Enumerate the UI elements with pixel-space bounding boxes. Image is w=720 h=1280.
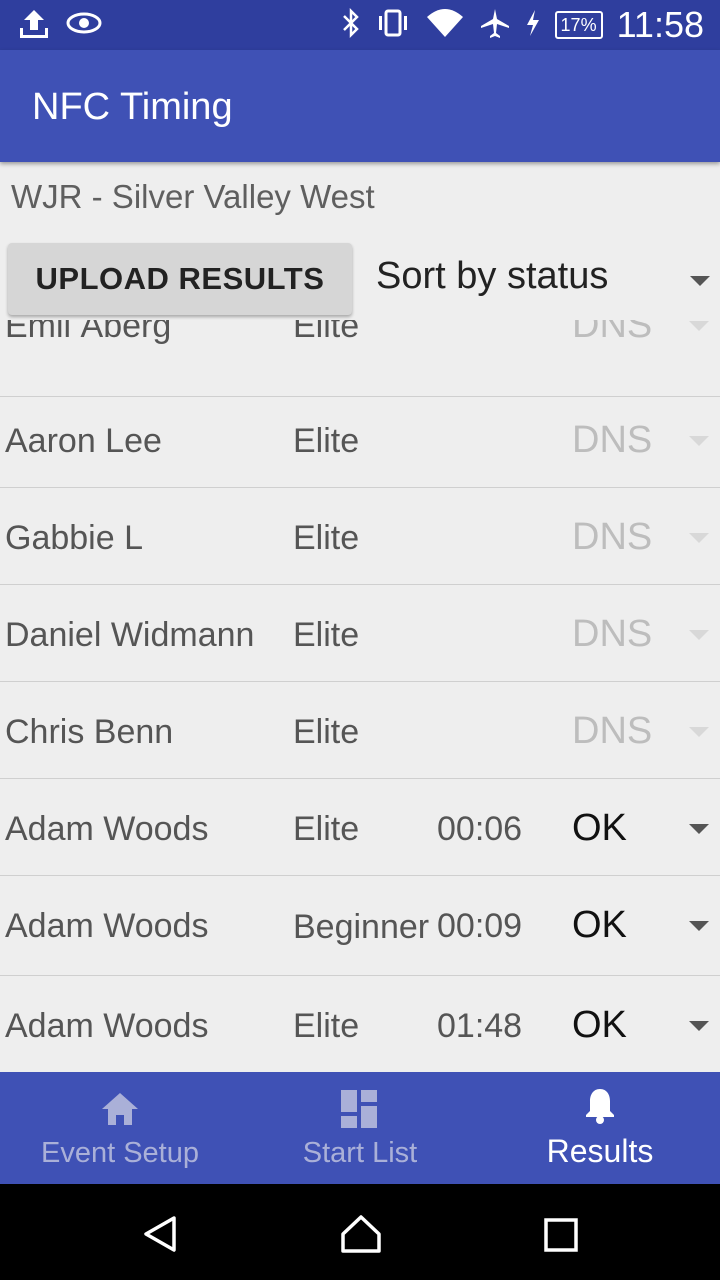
racer-name: Aaron Lee [5,422,162,460]
racer-class: Beginner [293,908,430,946]
upload-icon [18,8,50,46]
chevron-down-icon [689,436,709,446]
racer-class: Elite [293,1007,360,1045]
charging-icon [525,9,541,41]
nav-label: Start List [302,1137,418,1169]
racer-class: Elite [293,519,360,557]
vibrate-icon [375,8,411,42]
results-list[interactable]: Emil Åberg Elite DNS Aaron Lee Elite DNS… [0,320,720,1072]
dashboard-icon [341,1087,379,1131]
list-item[interactable]: Adam Woods Elite 00:06 OK [0,779,720,876]
recents-icon[interactable] [544,1218,578,1256]
home-icon[interactable] [340,1214,382,1258]
chevron-down-icon [689,630,709,640]
nav-results[interactable]: Results [480,1072,720,1184]
airplane-icon [479,7,511,43]
racer-class: Elite [293,810,360,848]
racer-class: Elite [293,713,360,751]
list-item[interactable]: Emil Åberg Elite DNS [0,320,720,397]
racer-class: Elite [293,616,360,654]
chevron-down-icon [689,533,709,543]
sort-spinner[interactable]: Sort by status [376,255,712,309]
racer-name: Gabbie L [5,519,143,557]
bluetooth-icon [341,7,361,43]
nav-start-list[interactable]: Start List [240,1072,480,1184]
chevron-down-icon [689,727,709,737]
racer-name: Adam Woods [5,907,209,945]
chevron-down-icon [690,276,710,286]
event-name: WJR - Silver Valley West [11,178,375,215]
chevron-down-icon [689,824,709,834]
racer-name: Daniel Widmann [5,616,255,654]
chevron-down-icon [689,921,709,931]
status-spinner[interactable]: OK [572,1004,627,1047]
nav-event-setup[interactable]: Event Setup [0,1072,240,1184]
back-icon[interactable] [140,1214,180,1258]
racer-time: 01:48 [437,1007,523,1045]
racer-class: Elite [293,320,360,345]
app-bar: NFC Timing [0,50,720,162]
list-item[interactable]: Chris Benn Elite DNS [0,682,720,779]
status-spinner[interactable]: DNS [572,613,652,656]
list-item[interactable]: Adam Woods Elite 01:48 OK [0,976,720,1072]
sort-spinner-value: Sort by status [376,255,609,297]
racer-class: Elite [293,422,360,460]
app-title: NFC Timing [32,86,233,128]
chevron-down-icon [689,321,709,331]
racer-name: Chris Benn [5,713,174,751]
racer-name: Adam Woods [5,1007,209,1045]
clock: 11:58 [616,4,704,45]
racer-time: 00:09 [437,907,523,945]
nav-label: Event Setup [41,1137,199,1169]
status-spinner[interactable]: OK [572,904,627,947]
battery-icon: 17% [554,11,603,39]
racer-time: 00:06 [437,810,523,848]
bell-icon [583,1083,617,1127]
list-item[interactable]: Daniel Widmann Elite DNS [0,585,720,682]
status-spinner[interactable]: OK [572,807,627,850]
status-spinner[interactable]: DNS [572,419,652,462]
status-spinner[interactable]: DNS [572,710,652,753]
list-item[interactable]: Gabbie L Elite DNS [0,488,720,585]
system-navigation-bar [0,1184,720,1280]
chevron-down-icon [689,1021,709,1031]
status-spinner[interactable]: DNS [572,320,652,347]
list-item[interactable]: Adam Woods Beginner 00:09 OK [0,876,720,976]
bottom-navigation: Event Setup Start List Results [0,1072,720,1184]
upload-results-button[interactable]: UPLOAD RESULTS [8,243,352,315]
status-spinner[interactable]: DNS [572,516,652,559]
racer-name: Adam Woods [5,810,209,848]
wifi-icon [425,7,465,43]
status-bar: 17% 11:58 [0,0,720,50]
nav-label: Results [546,1133,654,1169]
home-icon [100,1087,140,1131]
eye-icon [66,8,102,46]
racer-name: Emil Åberg [5,320,172,345]
list-item[interactable]: Aaron Lee Elite DNS [0,391,720,488]
